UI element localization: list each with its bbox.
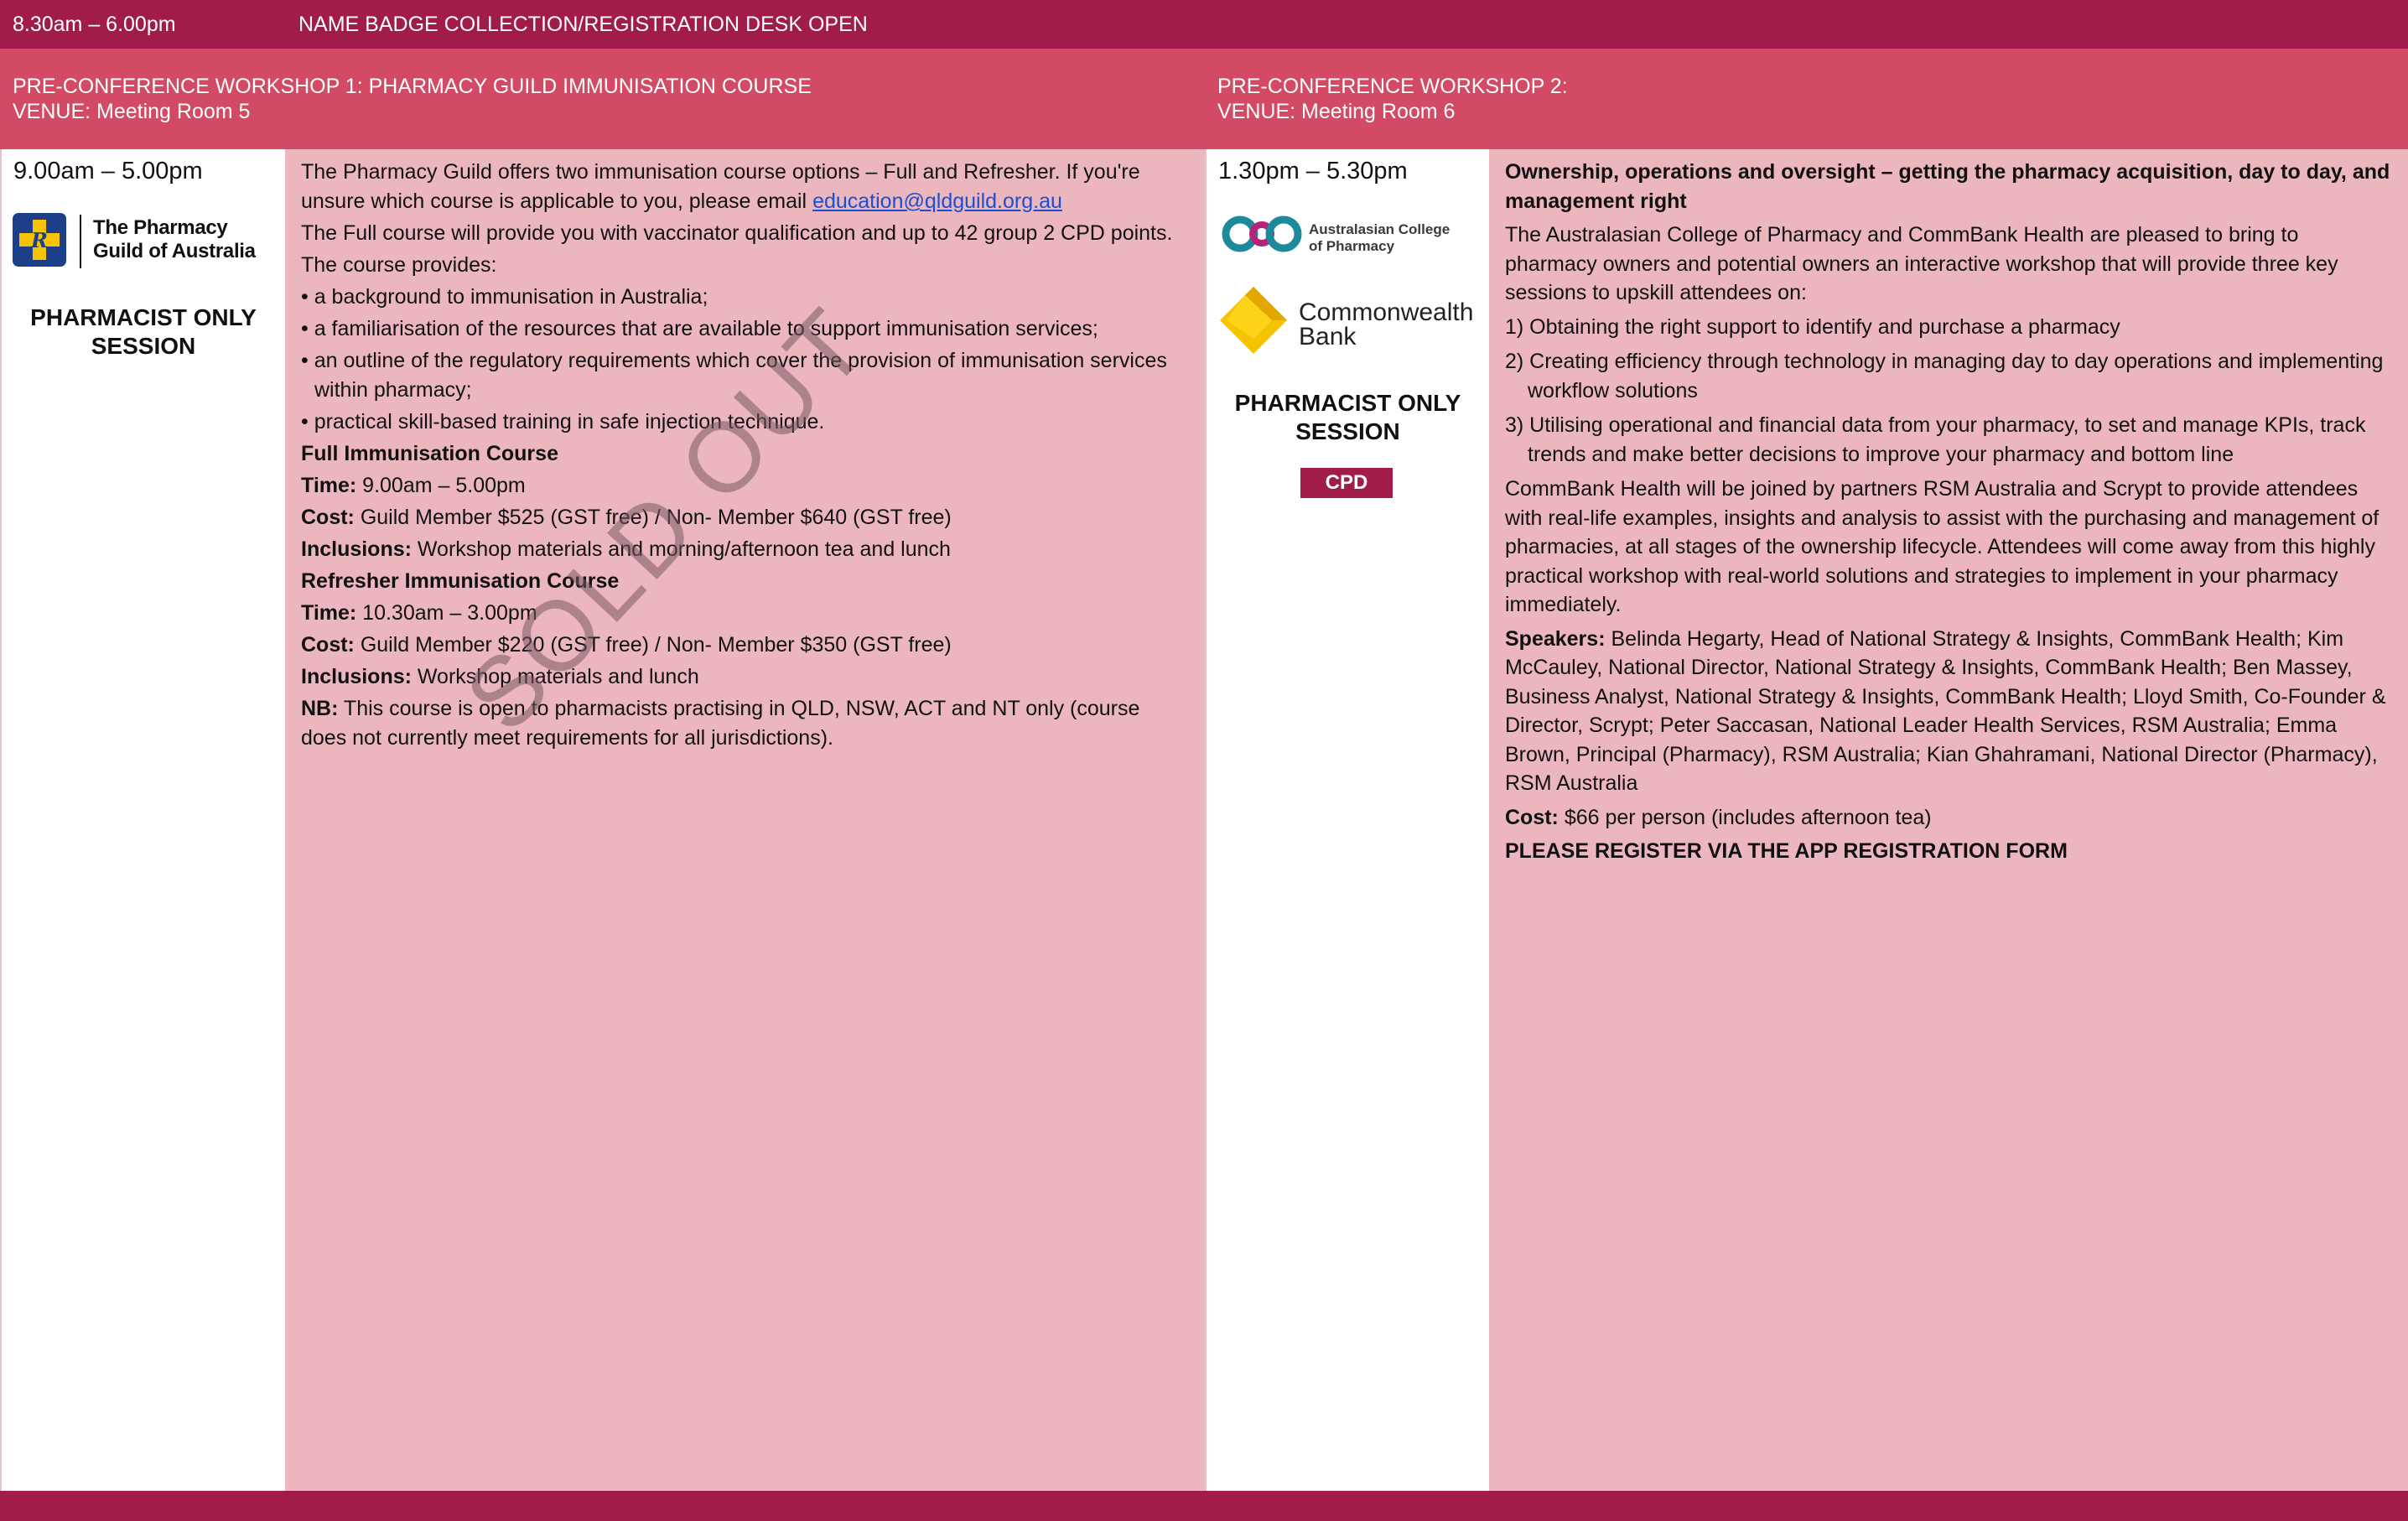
workshop1-intro: The Pharmacy Guild offers two immunisati…: [301, 158, 1190, 216]
label: Cost:: [301, 506, 355, 529]
footer-band: [0, 1491, 2408, 1521]
pharmacy-guild-cross-icon: R: [13, 213, 66, 267]
list-item: 3) Utilising operational and financial d…: [1505, 413, 2366, 466]
label: NB:: [301, 697, 339, 720]
value: Guild Member $525 (GST free) / Non- Memb…: [354, 506, 952, 529]
list-item: 1) Obtaining the right support to identi…: [1505, 314, 2120, 339]
workshop1-title: PRE-CONFERENCE WORKSHOP 1: PHARMACY GUIL…: [13, 75, 812, 98]
session-label-line1: PHARMACIST ONLY: [30, 304, 257, 330]
value: Workshop materials and morning/afternoon…: [411, 537, 951, 561]
value: This course is open to pharmacists pract…: [301, 697, 1140, 750]
course-note: NB: This course is open to pharmacists p…: [301, 694, 1190, 753]
workshop1-session-label: PHARMACIST ONLY SESSION: [2, 304, 285, 361]
refresher-course-inclusions: Inclusions: Workshop materials and lunch: [301, 662, 1190, 692]
label: Time:: [301, 601, 357, 625]
list-item: • practical skill-based training in safe…: [301, 410, 825, 433]
workshop2-sidebar: 1.30pm – 5.30pm Australasian College of …: [1205, 149, 1489, 1491]
intro-line1: The Pharmacy Guild offers two immunisati…: [301, 160, 1140, 184]
cpd-badge: CPD: [1300, 468, 1393, 498]
refresher-course-cost: Cost: Guild Member $220 (GST free) / Non…: [301, 631, 1190, 660]
registration-time: 8.30am – 6.00pm: [13, 13, 176, 36]
value: Belinda Hegarty, Head of National Strate…: [1505, 626, 2386, 796]
workshop1-venue: VENUE: Meeting Room 5: [13, 100, 251, 123]
workshop2-partners: CommBank Health will be joined by partne…: [1505, 477, 2379, 616]
label: Inclusions:: [301, 665, 412, 688]
acp-wordmark: Australasian College of Pharmacy: [1309, 221, 1450, 255]
workshop2-title: PRE-CONFERENCE WORKSHOP 2:: [1217, 75, 1568, 98]
commonwealth-bank-wordmark: Commonwealth Bank: [1299, 298, 1474, 350]
pharmacy-guild-line2: Guild of Australia: [93, 240, 256, 262]
registration-description: NAME BADGE COLLECTION/REGISTRATION DESK …: [298, 13, 868, 36]
workshop2-venue: VENUE: Meeting Room 6: [1217, 100, 1456, 123]
pharmacy-guild-line1: The Pharmacy: [93, 216, 228, 239]
workshop1-time: 9.00am – 5.00pm: [13, 158, 203, 184]
cba-line2: Bank: [1299, 323, 1357, 350]
intro-line2: unsure which course is applicable to you…: [301, 189, 813, 213]
full-course-heading: Full Immunisation Course: [301, 442, 558, 465]
value: $66 per person (includes afternoon tea): [1558, 805, 1932, 829]
label: Cost:: [1505, 805, 1559, 829]
list-item: 2) Creating efficiency through technolog…: [1505, 350, 2384, 402]
email-link[interactable]: education@qldguild.org.au: [812, 189, 1062, 213]
registration-row: 8.30am – 6.00pm NAME BADGE COLLECTION/RE…: [0, 0, 2408, 49]
label: Speakers:: [1505, 626, 1606, 651]
workshop1-sidebar: 9.00am – 5.00pm R The Pharmacy Guild of …: [0, 149, 285, 1491]
label: Inclusions:: [301, 537, 412, 561]
full-course-intro: The Full course will provide you with va…: [301, 221, 1173, 245]
conference-program-page: 8.30am – 6.00pm NAME BADGE COLLECTION/RE…: [0, 0, 2408, 1521]
workshop2-content: Ownership, operations and oversight – ge…: [1489, 149, 2408, 1491]
workshop1-header: PRE-CONFERENCE WORKSHOP 1: PHARMACY GUIL…: [0, 49, 1205, 149]
full-course-inclusions: Inclusions: Workshop materials and morni…: [301, 535, 1190, 564]
commonwealth-bank-logo: Commonwealth Bank: [1220, 285, 1480, 369]
course-provides: The course provides:: [301, 253, 497, 277]
acp-line2: of Pharmacy: [1309, 238, 1395, 254]
workshop2-intro: The Australasian College of Pharmacy and…: [1505, 223, 2338, 304]
session-label-line2: SESSION: [91, 333, 196, 359]
acp-logo-icon: [1222, 215, 1302, 252]
refresher-course-heading: Refresher Immunisation Course: [301, 569, 620, 593]
value: 9.00am – 5.00pm: [356, 474, 526, 497]
acp-logo: Australasian College of Pharmacy: [1220, 213, 1480, 263]
workshop2-session-label: PHARMACIST ONLY SESSION: [1207, 389, 1489, 446]
list-item: • a familiarisation of the resources tha…: [301, 317, 1098, 340]
pharmacy-guild-logo: R The Pharmacy Guild of Australia: [13, 213, 264, 272]
workshop2-speakers: Speakers: Belinda Hegarty, Head of Natio…: [1505, 625, 2393, 798]
workshop2-header: PRE-CONFERENCE WORKSHOP 2: VENUE: Meetin…: [1205, 49, 2408, 149]
session-label-line2: SESSION: [1295, 418, 1400, 444]
pharmacy-guild-wordmark: The Pharmacy Guild of Australia: [93, 216, 256, 263]
label: Cost:: [301, 633, 355, 657]
acp-line1: Australasian College: [1309, 221, 1451, 237]
session-label-line1: PHARMACIST ONLY: [1234, 390, 1461, 416]
cba-line1: Commonwealth: [1299, 298, 1474, 326]
workshop1-content: The Pharmacy Guild offers two immunisati…: [285, 149, 1205, 1491]
register-instruction: PLEASE REGISTER VIA THE APP REGISTRATION…: [1505, 839, 2068, 863]
workshop2-heading: Ownership, operations and oversight – ge…: [1505, 160, 2390, 213]
value: Workshop materials and lunch: [411, 665, 699, 688]
workshop2-cost: Cost: $66 per person (includes afternoon…: [1505, 803, 2393, 833]
workshop2-time: 1.30pm – 5.30pm: [1218, 158, 1408, 184]
list-item: • an outline of the regulatory requireme…: [301, 349, 1167, 402]
full-course-cost: Cost: Guild Member $525 (GST free) / Non…: [301, 503, 1190, 532]
label: Time:: [301, 474, 357, 497]
commonwealth-bank-diamond-icon: [1220, 287, 1287, 354]
logo-divider: [80, 215, 81, 268]
full-course-time: Time: 9.00am – 5.00pm: [301, 471, 1190, 501]
list-item: • a background to immunisation in Austra…: [301, 285, 708, 309]
value: 10.30am – 3.00pm: [356, 601, 537, 625]
value: Guild Member $220 (GST free) / Non- Memb…: [354, 633, 952, 657]
refresher-course-time: Time: 10.30am – 3.00pm: [301, 599, 1190, 628]
svg-text:R: R: [30, 228, 48, 252]
